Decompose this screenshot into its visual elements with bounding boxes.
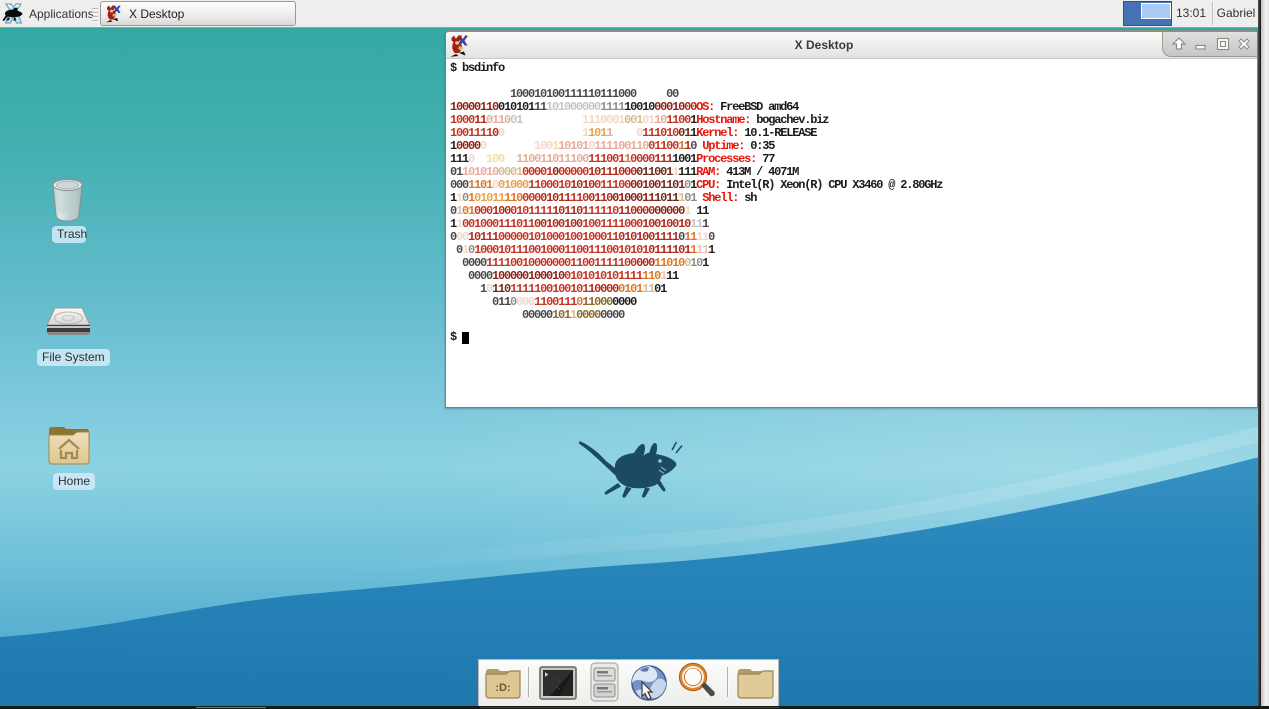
svg-text::D:: :D: — [495, 682, 510, 694]
